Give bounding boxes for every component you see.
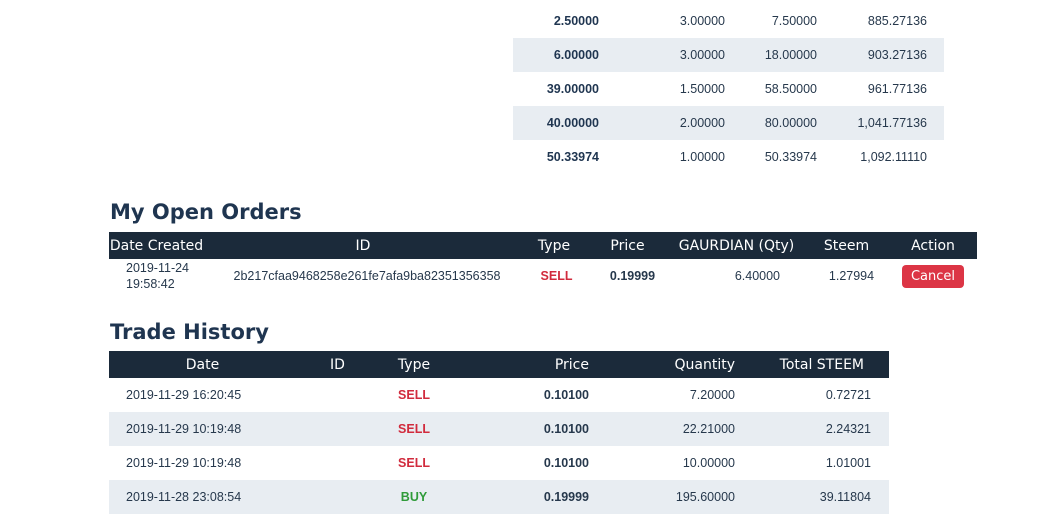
table-row: 2.50000 3.00000 7.50000 885.27136: [513, 4, 944, 38]
trade-quantity: 22.21000: [604, 412, 747, 446]
book-total: 50.33974: [764, 150, 817, 164]
column-header-steem: Steem: [804, 232, 889, 259]
trade-total: 0.72721: [825, 388, 871, 402]
book-amount: 1.00000: [679, 150, 725, 164]
book-total: 80.00000: [735, 106, 827, 140]
column-header-id: ID: [296, 351, 379, 378]
column-header-type: Type: [522, 232, 586, 259]
trade-date: 2019-11-29 16:20:45: [126, 388, 242, 402]
trade-price: 0.10100: [543, 456, 589, 470]
book-cumulative: 1,041.77136: [827, 106, 944, 140]
trade-type: SELL: [398, 388, 430, 402]
order-id: 2b217cfaa9468258e261fe7afa9ba82351356358: [233, 269, 501, 283]
book-amount: 1.50000: [679, 82, 725, 96]
table-row: 50.33974 1.00000 50.33974 1,092.11110: [513, 140, 944, 174]
column-header-date-created: Date Created: [109, 232, 204, 259]
trade-history-title: Trade History: [110, 320, 269, 344]
order-book-table: 2.50000 3.00000 7.50000 885.27136 6.0000…: [513, 4, 944, 174]
book-total: 18.00000: [735, 38, 827, 72]
column-header-price: Price: [586, 232, 669, 259]
table-header-row: Date Created ID Type Price GAURDIAN (Qty…: [109, 232, 977, 259]
order-qty: 6.40000: [734, 269, 780, 283]
open-orders-table: Date Created ID Type Price GAURDIAN (Qty…: [109, 232, 977, 293]
trade-price: 0.10100: [543, 388, 589, 402]
order-date-cell: 2019-11-24 19:58:42: [109, 259, 204, 293]
trade-quantity: 7.20000: [689, 388, 735, 402]
column-header-price: Price: [449, 351, 604, 378]
trade-type: BUY: [379, 480, 449, 514]
table-row: 2019-11-29 10:19:48 SELL 0.10100 10.0000…: [109, 446, 889, 480]
trade-date: 2019-11-29 10:19:48: [109, 412, 296, 446]
trade-id: [296, 412, 379, 446]
book-price: 6.00000: [513, 38, 609, 72]
trade-id: [296, 378, 379, 412]
book-cumulative: 903.27136: [827, 38, 944, 72]
trade-date: 2019-11-28 23:08:54: [109, 480, 296, 514]
table-row: 2019-11-28 23:08:54 BUY 0.19999 195.6000…: [109, 480, 889, 514]
trade-price: 0.19999: [449, 480, 604, 514]
trade-id: [296, 446, 379, 480]
trade-price: 0.10100: [449, 412, 604, 446]
book-cumulative: 1,092.11110: [860, 150, 927, 164]
trade-type: SELL: [398, 456, 430, 470]
table-row: 2019-11-24 19:58:42 2b217cfaa9468258e261…: [109, 259, 977, 293]
column-header-type: Type: [379, 351, 449, 378]
column-header-total-steem: Total STEEM: [747, 351, 889, 378]
trade-date: 2019-11-29 10:19:48: [126, 456, 242, 470]
column-header-date: Date: [109, 351, 296, 378]
book-price: 2.50000: [553, 14, 599, 28]
book-total: 58.50000: [764, 82, 817, 96]
trade-quantity: 195.60000: [604, 480, 747, 514]
order-action-cell: Cancel: [889, 259, 977, 293]
book-total: 7.50000: [771, 14, 817, 28]
book-price: 39.00000: [546, 82, 599, 96]
column-header-id: ID: [204, 232, 522, 259]
book-amount: 3.00000: [679, 14, 725, 28]
cancel-order-button[interactable]: Cancel: [901, 264, 965, 288]
trade-history-table: Date ID Type Price Quantity Total STEEM …: [109, 351, 889, 514]
book-price: 50.33974: [546, 150, 599, 164]
open-orders-title: My Open Orders: [110, 200, 302, 224]
table-header-row: Date ID Type Price Quantity Total STEEM: [109, 351, 889, 378]
book-cumulative: 885.27136: [867, 14, 927, 28]
column-header-action: Action: [889, 232, 977, 259]
trade-type: SELL: [379, 412, 449, 446]
order-steem: 1.27994: [828, 269, 875, 283]
order-date: 2019-11-24: [126, 261, 190, 275]
table-row: 6.00000 3.00000 18.00000 903.27136: [513, 38, 944, 72]
column-header-quantity: Quantity: [604, 351, 747, 378]
table-row: 40.00000 2.00000 80.00000 1,041.77136: [513, 106, 944, 140]
trade-total: 1.01001: [825, 456, 871, 470]
trade-total: 39.11804: [747, 480, 889, 514]
table-row: 39.00000 1.50000 58.50000 961.77136: [513, 72, 944, 106]
book-amount: 2.00000: [609, 106, 735, 140]
trade-total: 2.24321: [747, 412, 889, 446]
order-price: 0.19999: [609, 269, 656, 283]
order-type: SELL: [540, 269, 573, 283]
book-amount: 3.00000: [609, 38, 735, 72]
table-row: 2019-11-29 16:20:45 SELL 0.10100 7.20000…: [109, 378, 889, 412]
column-header-qty: GAURDIAN (Qty): [669, 232, 804, 259]
book-price: 40.00000: [513, 106, 609, 140]
trade-id: [296, 480, 379, 514]
book-cumulative: 961.77136: [867, 82, 927, 96]
table-row: 2019-11-29 10:19:48 SELL 0.10100 22.2100…: [109, 412, 889, 446]
order-time: 19:58:42: [126, 277, 175, 291]
trade-quantity: 10.00000: [682, 456, 735, 470]
